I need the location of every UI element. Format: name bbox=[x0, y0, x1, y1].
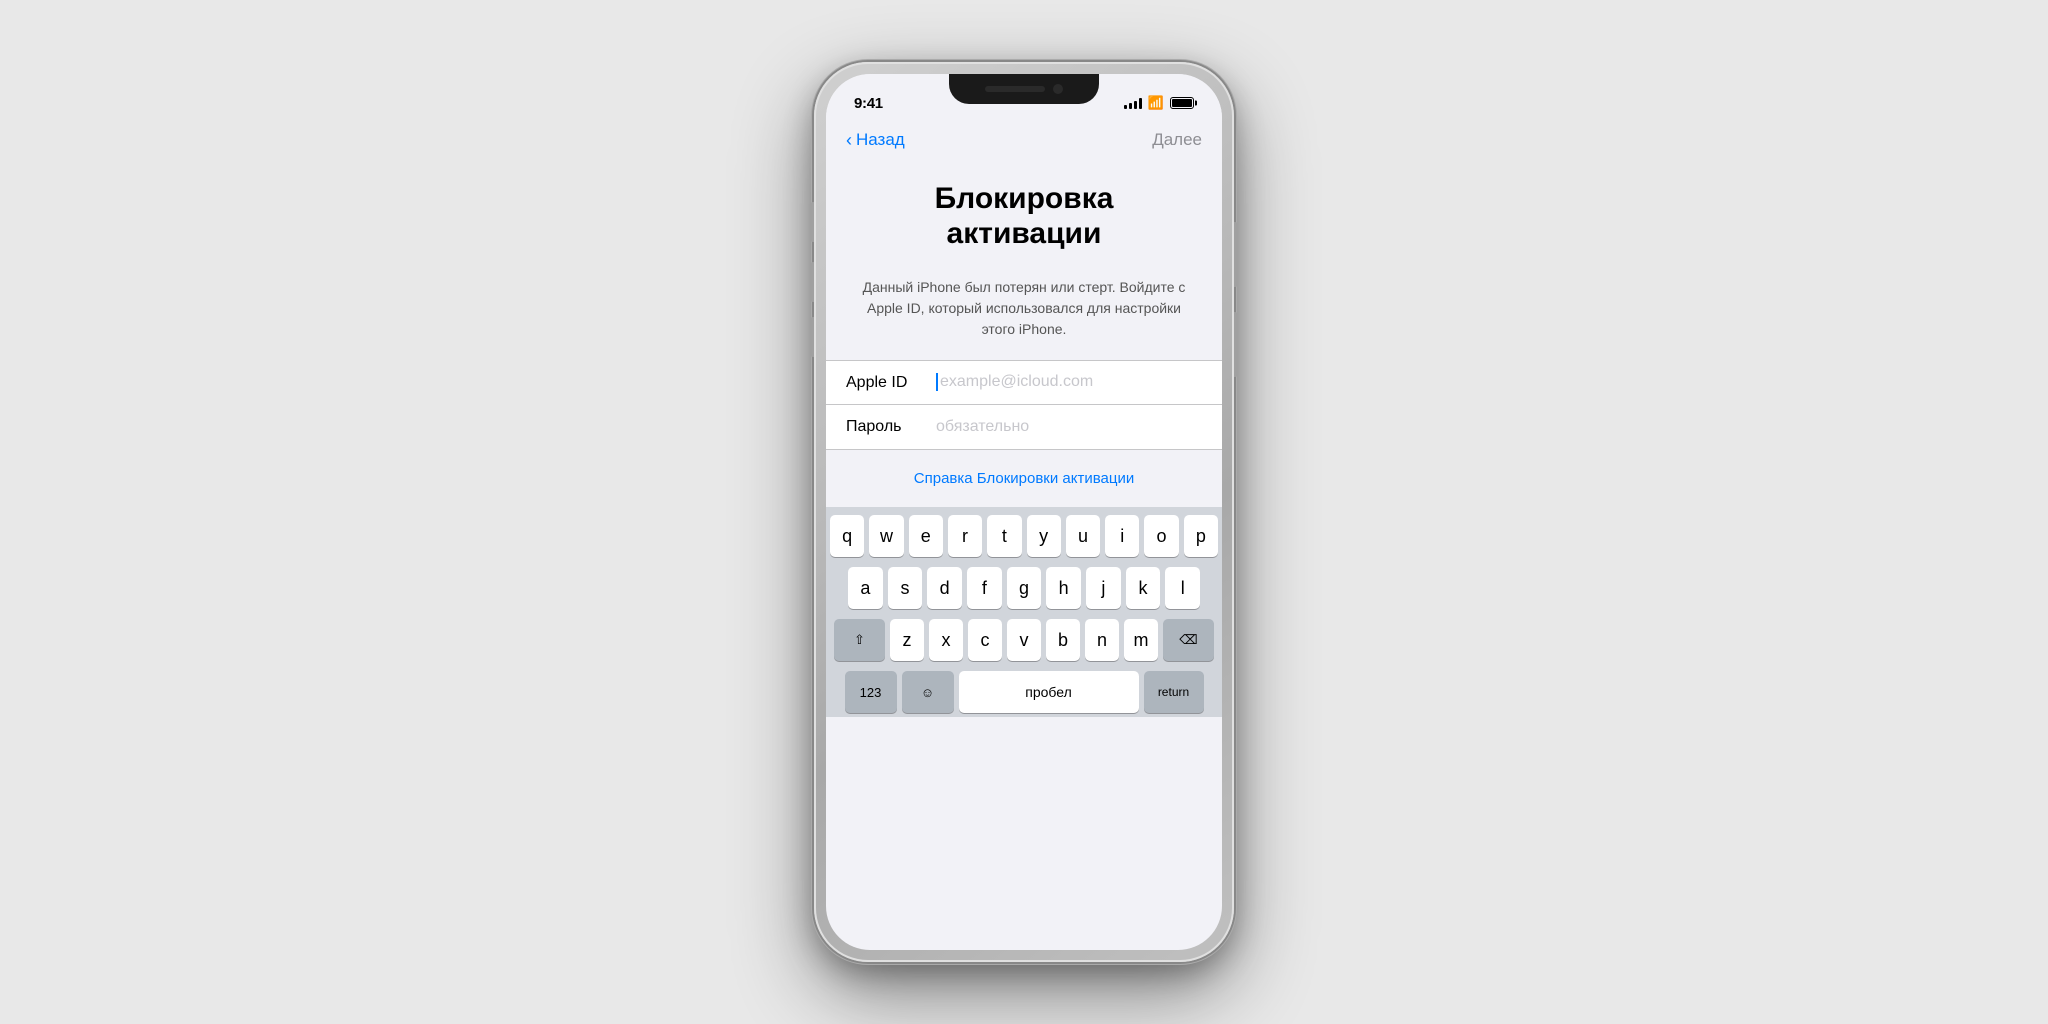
chevron-left-icon: ‹ bbox=[846, 131, 852, 149]
key-t[interactable]: t bbox=[987, 515, 1021, 557]
nav-bar: ‹ Назад Далее bbox=[826, 118, 1222, 162]
battery-icon bbox=[1170, 97, 1194, 109]
key-r[interactable]: r bbox=[948, 515, 982, 557]
key-z[interactable]: z bbox=[890, 619, 924, 661]
space-key[interactable]: пробел bbox=[959, 671, 1139, 713]
apple-id-placeholder: example@icloud.com bbox=[940, 374, 1093, 391]
camera bbox=[1053, 84, 1063, 94]
cursor bbox=[936, 373, 938, 391]
title-section: Блокировка активации bbox=[826, 162, 1222, 267]
key-v[interactable]: v bbox=[1007, 619, 1041, 661]
key-h[interactable]: h bbox=[1046, 567, 1081, 609]
speaker bbox=[985, 86, 1045, 92]
shift-key[interactable]: ⇧ bbox=[834, 619, 885, 661]
key-q[interactable]: q bbox=[830, 515, 864, 557]
password-row[interactable]: Пароль обязательно bbox=[826, 405, 1222, 449]
phone-device: 9:41 📶 bbox=[814, 62, 1234, 962]
key-f[interactable]: f bbox=[967, 567, 1002, 609]
phone-body: 9:41 📶 bbox=[814, 62, 1234, 962]
emoji-key[interactable]: ☺ bbox=[902, 671, 954, 713]
keyboard-row-1: q w e r t y u i o p bbox=[830, 515, 1218, 557]
back-label: Назад bbox=[856, 130, 905, 150]
keyboard-row-2: a s d f g h j k l bbox=[830, 567, 1218, 609]
keyboard-row-3: ⇧ z x c v b n m ⌫ bbox=[830, 619, 1218, 661]
wifi-icon: 📶 bbox=[1148, 95, 1164, 111]
key-j[interactable]: j bbox=[1086, 567, 1121, 609]
key-s[interactable]: s bbox=[888, 567, 923, 609]
signal-icon bbox=[1124, 97, 1142, 109]
password-input[interactable]: обязательно bbox=[936, 418, 1202, 436]
help-link[interactable]: Справка Блокировки активации bbox=[826, 450, 1222, 507]
back-button[interactable]: ‹ Назад bbox=[846, 130, 905, 150]
apple-id-label: Apple ID bbox=[846, 374, 936, 392]
next-button[interactable]: Далее bbox=[1152, 130, 1202, 150]
key-c[interactable]: c bbox=[968, 619, 1002, 661]
key-n[interactable]: n bbox=[1085, 619, 1119, 661]
key-e[interactable]: e bbox=[909, 515, 943, 557]
description-text: Данный iPhone был потерян или стерт. Вой… bbox=[826, 267, 1222, 360]
status-time: 9:41 bbox=[854, 95, 883, 112]
apple-id-row[interactable]: Apple ID example@icloud.com bbox=[826, 361, 1222, 405]
apple-id-input[interactable]: example@icloud.com bbox=[936, 373, 1202, 391]
keyboard: q w e r t y u i o p a s bbox=[826, 507, 1222, 717]
key-k[interactable]: k bbox=[1126, 567, 1161, 609]
keyboard-row-4: 123 ☺ пробел return bbox=[830, 671, 1218, 713]
notch bbox=[949, 74, 1099, 104]
key-p[interactable]: p bbox=[1184, 515, 1218, 557]
screen-title: Блокировка активации bbox=[856, 182, 1192, 251]
key-d[interactable]: d bbox=[927, 567, 962, 609]
phone-screen: 9:41 📶 bbox=[826, 74, 1222, 950]
key-o[interactable]: o bbox=[1144, 515, 1178, 557]
status-icons: 📶 bbox=[1124, 95, 1194, 111]
key-l[interactable]: l bbox=[1165, 567, 1200, 609]
return-key[interactable]: return bbox=[1144, 671, 1204, 713]
key-x[interactable]: x bbox=[929, 619, 963, 661]
password-label: Пароль bbox=[846, 418, 936, 436]
key-u[interactable]: u bbox=[1066, 515, 1100, 557]
key-g[interactable]: g bbox=[1007, 567, 1042, 609]
numbers-key[interactable]: 123 bbox=[845, 671, 897, 713]
key-y[interactable]: y bbox=[1027, 515, 1061, 557]
screen-content: Блокировка активации Данный iPhone был п… bbox=[826, 162, 1222, 950]
key-a[interactable]: a bbox=[848, 567, 883, 609]
login-form: Apple ID example@icloud.com Пароль обяза… bbox=[826, 360, 1222, 450]
key-m[interactable]: m bbox=[1124, 619, 1158, 661]
key-b[interactable]: b bbox=[1046, 619, 1080, 661]
key-w[interactable]: w bbox=[869, 515, 903, 557]
key-i[interactable]: i bbox=[1105, 515, 1139, 557]
backspace-key[interactable]: ⌫ bbox=[1163, 619, 1214, 661]
